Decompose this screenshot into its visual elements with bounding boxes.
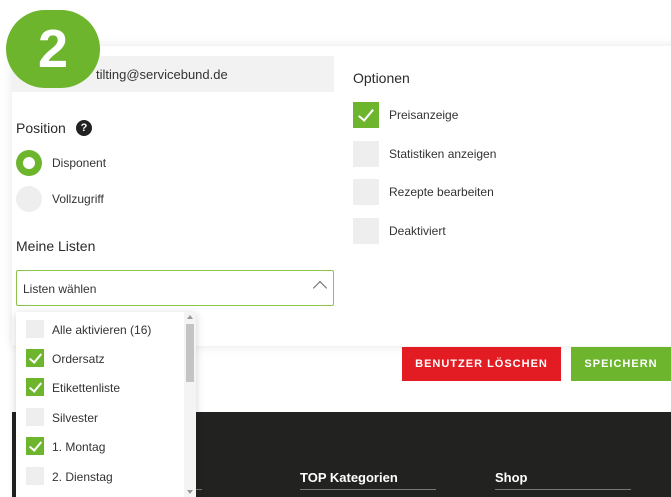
checkbox[interactable] — [26, 408, 44, 426]
deaktiviert-label: Deaktiviert — [389, 224, 446, 238]
scroll-down-icon[interactable] — [187, 490, 193, 494]
footer-divider — [495, 489, 631, 490]
list-item-label: Silvester — [52, 411, 99, 425]
checkbox[interactable] — [26, 467, 44, 485]
position-heading: Position — [16, 120, 66, 136]
checkbox-statistiken[interactable] — [353, 141, 379, 167]
checkbox[interactable] — [26, 320, 44, 338]
lists-dropdown: Alle aktivieren (16) Ordersatz Etiketten… — [16, 312, 196, 497]
checkbox[interactable] — [26, 349, 44, 367]
lists-select-placeholder: Listen wählen — [23, 282, 97, 296]
lists-heading: Meine Listen — [16, 238, 96, 254]
list-item-label: Etikettenliste — [52, 381, 121, 395]
list-item-label: 1. Montag — [52, 440, 106, 454]
statistiken-label: Statistiken anzeigen — [389, 147, 497, 161]
scroll-up-icon[interactable] — [187, 315, 193, 319]
dropdown-scrollbar[interactable] — [184, 312, 196, 497]
scroll-thumb[interactable] — [186, 324, 194, 382]
preisanzeige-label: Preisanzeige — [389, 108, 459, 122]
radio-disponent[interactable] — [16, 150, 42, 176]
chevron-up-icon — [312, 280, 328, 296]
radio-disponent-label: Disponent — [52, 156, 107, 170]
footer-shop[interactable]: Shop — [495, 470, 528, 485]
delete-user-button[interactable]: BENUTZER LÖSCHEN — [402, 347, 561, 381]
lists-select[interactable]: Listen wählen — [16, 270, 334, 306]
checkbox-preisanzeige[interactable] — [353, 102, 379, 128]
list-item-label: 2. Dienstag — [52, 470, 113, 484]
checkbox[interactable] — [26, 378, 44, 396]
help-icon[interactable]: ? — [76, 120, 92, 136]
save-button[interactable]: SPEICHERN — [571, 347, 671, 381]
checkbox-rezepte[interactable] — [353, 179, 379, 205]
rezepte-label: Rezepte bearbeiten — [389, 185, 494, 199]
step-number-badge: 2 — [6, 10, 100, 88]
radio-vollzugriff-label: Vollzugriff — [52, 192, 104, 206]
radio-vollzugriff[interactable] — [16, 186, 42, 212]
footer-top-categories[interactable]: TOP Kategorien — [300, 470, 398, 485]
footer-divider — [300, 489, 436, 490]
checkbox-deaktiviert[interactable] — [353, 218, 379, 244]
list-item-label: Alle aktivieren (16) — [52, 323, 152, 337]
list-item-label: Ordersatz — [52, 352, 105, 366]
options-heading: Optionen — [353, 70, 410, 86]
checkbox[interactable] — [26, 437, 44, 455]
